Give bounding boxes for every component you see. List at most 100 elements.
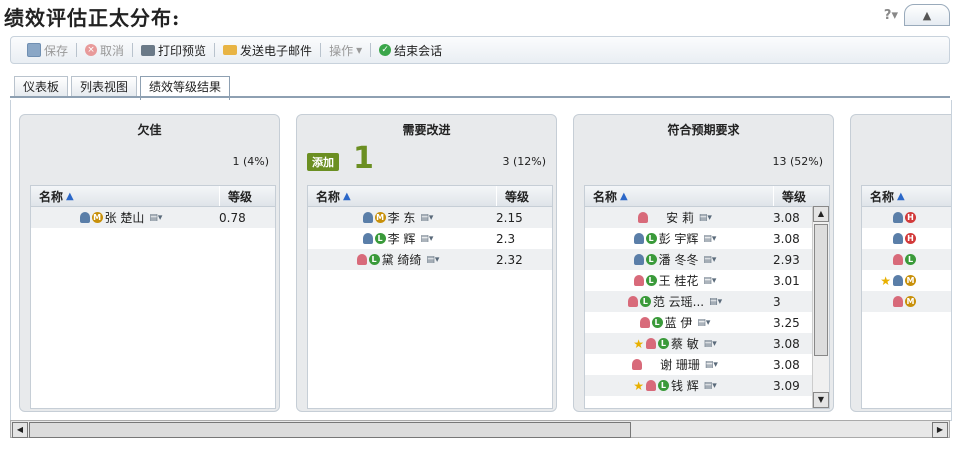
cancel-button[interactable]: × 取消 [79, 42, 130, 59]
employee-name[interactable]: 王 桂花 [659, 272, 699, 289]
name-column-header[interactable]: 名称 ▲ [585, 186, 774, 206]
employee-name[interactable]: 钱 辉 [671, 377, 699, 394]
grid-header: 名称▲ 等级 [862, 186, 951, 207]
table-row[interactable]: L范 云瑶... ▤▾ 3 [585, 291, 829, 312]
profile-card-icon[interactable]: ▤▾ [705, 360, 718, 370]
grid-rows: H H L ★ M M [862, 207, 951, 312]
female-user-icon [645, 380, 656, 391]
scroll-thumb[interactable] [814, 224, 828, 356]
grid-header: 名称▲ 等级 [585, 186, 829, 207]
profile-card-icon[interactable]: ▤▾ [704, 381, 717, 391]
horizontal-scrollbar[interactable]: ◀ ▶ [10, 420, 950, 438]
column-meets-expectations: 符合预期要求 13 (52%) 名称 ▲ 等级 安 莉 ▤▾ 3.08 L 彭 宇辉 ▤▾ 3… [573, 114, 834, 412]
table-row[interactable]: 谢 珊珊 ▤▾ 3.08 [585, 354, 829, 375]
table-row[interactable]: M张 楚山 ▤▾ 0.78 [31, 207, 275, 228]
employee-name[interactable]: 张 楚山 [105, 209, 145, 226]
vertical-scrollbar[interactable]: ▲ ▼ [812, 206, 829, 408]
employee-name-cell: ★ L 钱 辉 ▤▾ [585, 377, 765, 394]
name-column-header[interactable]: 名称 ▲ [862, 186, 951, 206]
name-column-header[interactable]: 名称 ▲ [31, 186, 220, 206]
grid-rows: M张 楚山 ▤▾ 0.78 [31, 207, 275, 228]
employee-name[interactable]: 潘 冬冬 [659, 251, 699, 268]
employee-name-cell: L蓝 伊 ▤▾ [585, 314, 765, 331]
table-row[interactable]: ★ L 蔡 敏 ▤▾ 3.08 [585, 333, 829, 354]
profile-card-icon[interactable]: ▤▾ [704, 339, 717, 349]
cancel-label: 取消 [100, 43, 125, 58]
star-icon: ★ [880, 273, 891, 288]
grade-cell: 2.3 [496, 231, 516, 246]
profile-card-icon[interactable]: ▤▾ [420, 234, 433, 244]
table-row[interactable]: L蓝 伊 ▤▾ 3.25 [585, 312, 829, 333]
end-session-button[interactable]: ✓ 结束会话 [373, 42, 448, 59]
profile-card-icon[interactable]: ▤▾ [703, 255, 716, 265]
table-row[interactable]: L彭 宇辉 ▤▾ 3.08 [585, 228, 829, 249]
employee-name[interactable]: 彭 宇辉 [659, 230, 699, 247]
add-button[interactable]: 添加 [307, 153, 339, 171]
profile-card-icon[interactable]: ▤▾ [149, 213, 162, 223]
column-needs-improvement: 需要改进 添加 1 3 (12%) 名称 ▲ 等级 M李 东 ▤▾ 2.15 L 李 辉 ▤… [296, 114, 557, 412]
grade-column-header[interactable]: 等级 [497, 186, 552, 206]
table-row[interactable]: 安 莉 ▤▾ 3.08 [585, 207, 829, 228]
employee-name[interactable]: 李 辉 [388, 230, 416, 247]
help-icon[interactable]: ?▾ [884, 8, 898, 23]
grid-rows: M李 东 ▤▾ 2.15 L 李 辉 ▤▾ 2.3 L 黛 绮绮 ▤▾ 2.32 [308, 207, 552, 270]
male-user-icon [79, 212, 90, 223]
scroll-down-arrow[interactable]: ▼ [813, 392, 829, 408]
male-user-icon [893, 212, 903, 223]
tab-list-view[interactable]: 列表视图 [71, 76, 138, 98]
name-column-header[interactable]: 名称 ▲ [308, 186, 497, 206]
table-row[interactable]: L王 桂花 ▤▾ 3.01 [585, 270, 829, 291]
scroll-right-arrow[interactable]: ▶ [932, 422, 948, 438]
employee-grid: 名称▲ 等级 HHL★MM [861, 185, 951, 409]
employee-name[interactable]: 蔡 敏 [671, 335, 699, 352]
profile-card-icon[interactable]: ▤▾ [426, 255, 439, 265]
chevron-up-icon: ▲ [922, 8, 932, 22]
employee-name[interactable]: 谢 珊珊 [660, 356, 700, 373]
table-row[interactable]: ★ M [862, 270, 951, 291]
employee-name[interactable]: 黛 绮绮 [382, 251, 422, 268]
star-icon: ★ [633, 336, 644, 351]
grade-column-header[interactable]: 等级 [774, 186, 829, 206]
employee-name[interactable]: 蓝 伊 [665, 314, 693, 331]
employee-name[interactable]: 范 云瑶... [653, 293, 704, 310]
scroll-left-arrow[interactable]: ◀ [12, 422, 28, 438]
employee-name-cell: 谢 珊珊 ▤▾ [585, 356, 765, 373]
actions-menu-button[interactable]: 操作 ▾ [323, 42, 368, 59]
male-user-icon [633, 254, 644, 265]
scroll-up-arrow[interactable]: ▲ [813, 206, 829, 222]
send-email-button[interactable]: 发送电子邮件 [217, 42, 318, 59]
employee-name[interactable]: 李 东 [388, 209, 416, 226]
table-row[interactable]: H [862, 228, 951, 249]
potential-level-icon: L [639, 296, 651, 307]
toolbar-separator [320, 43, 322, 57]
print-preview-button[interactable]: 打印预览 [135, 42, 212, 59]
table-row[interactable]: L黛 绮绮 ▤▾ 2.32 [308, 249, 552, 270]
profile-card-icon[interactable]: ▤▾ [703, 234, 716, 244]
table-row[interactable]: H [862, 207, 951, 228]
table-row[interactable]: L潘 冬冬 ▤▾ 2.93 [585, 249, 829, 270]
profile-card-icon[interactable]: ▤▾ [699, 213, 712, 223]
employee-name-cell: L [862, 254, 922, 265]
female-user-icon [633, 275, 644, 286]
tab-underline [10, 96, 950, 98]
profile-card-icon[interactable]: ▤▾ [420, 213, 433, 223]
employee-name[interactable]: 安 莉 [666, 209, 694, 226]
save-label: 保存 [44, 43, 69, 58]
tab-dashboard[interactable]: 仪表板 [14, 76, 69, 98]
save-button[interactable]: 保存 [21, 42, 74, 59]
employee-name-cell: L范 云瑶... ▤▾ [585, 293, 765, 310]
table-row[interactable]: L [862, 249, 951, 270]
table-row[interactable]: L李 辉 ▤▾ 2.3 [308, 228, 552, 249]
table-row[interactable]: M李 东 ▤▾ 2.15 [308, 207, 552, 228]
table-row[interactable]: ★ L 钱 辉 ▤▾ 3.09 [585, 375, 829, 396]
profile-card-icon[interactable]: ▤▾ [697, 318, 710, 328]
toolbar-separator [132, 43, 134, 57]
male-user-icon [362, 233, 373, 244]
column-title: 需要改进 [402, 123, 451, 137]
scroll-thumb[interactable] [29, 422, 631, 438]
table-row[interactable]: M [862, 291, 951, 312]
profile-card-icon[interactable]: ▤▾ [709, 297, 722, 307]
profile-card-icon[interactable]: ▤▾ [703, 276, 716, 286]
grade-column-header[interactable]: 等级 [220, 186, 275, 206]
collapse-button[interactable]: ▲ [904, 4, 950, 26]
